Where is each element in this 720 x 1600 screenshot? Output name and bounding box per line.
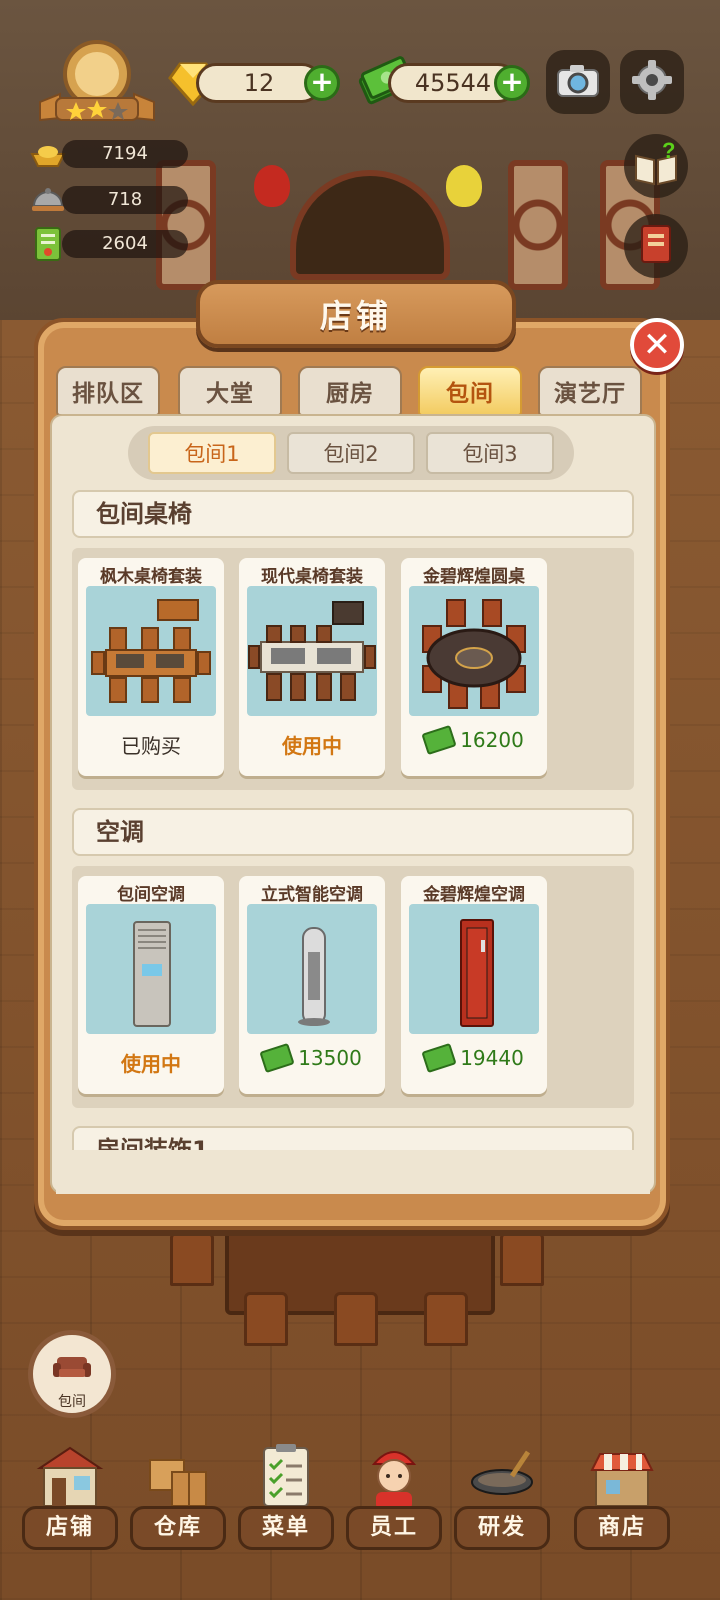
- svg-text:?: ?: [662, 142, 675, 163]
- stat-dining-seats: 7194: [28, 138, 188, 170]
- stat-menu: 2604: [28, 227, 188, 261]
- subtab-room-1[interactable]: 包间1: [148, 432, 276, 474]
- camera-icon: [556, 62, 600, 102]
- nav-staff[interactable]: 员工: [346, 1440, 442, 1552]
- recipe-book-button[interactable]: [624, 214, 688, 278]
- stat-value: 2604: [62, 230, 188, 258]
- nav-store[interactable]: 商店: [574, 1440, 670, 1552]
- chair-decor: [244, 1292, 288, 1346]
- tab-private-room[interactable]: 包间: [418, 366, 522, 416]
- nav-shop[interactable]: 店铺: [22, 1440, 118, 1552]
- diamond-amount: 12: [243, 69, 275, 97]
- nav-label: 仓库: [130, 1506, 226, 1550]
- item-name: 包间空调: [117, 885, 185, 905]
- item-card[interactable]: 枫木桌椅套装 已购买: [78, 558, 224, 776]
- storefront-icon: [34, 1440, 106, 1512]
- tab-theater[interactable]: 演艺厅: [538, 366, 642, 416]
- chair-decor: [170, 1232, 214, 1286]
- chair-decor: [424, 1292, 468, 1346]
- scroll-clip: [56, 1150, 650, 1194]
- cash-icon: [259, 1042, 295, 1074]
- stat-dishes: 718: [28, 184, 188, 216]
- nav-warehouse[interactable]: 仓库: [130, 1440, 226, 1552]
- sofa-icon: [53, 1349, 91, 1387]
- market-stall-icon: [586, 1440, 658, 1512]
- nav-label: 菜单: [238, 1506, 334, 1550]
- section-header-ac: 空调: [72, 808, 634, 856]
- opera-mask-decor: [254, 165, 290, 207]
- stat-value: 7194: [62, 140, 188, 168]
- wok-icon: [466, 1440, 538, 1512]
- chair-decor: [500, 1232, 544, 1286]
- item-price: 16200: [401, 724, 547, 756]
- cash-icon: [421, 724, 457, 756]
- item-name: 立式智能空调: [261, 885, 363, 905]
- price-value: 13500: [298, 1046, 362, 1070]
- golden-ac-image: [409, 904, 539, 1034]
- item-status: 已购买: [121, 734, 181, 758]
- nav-label: 店铺: [22, 1506, 118, 1550]
- subtab-room-2[interactable]: 包间2: [287, 432, 415, 474]
- cash-icon: [421, 1042, 457, 1074]
- nav-label: 研发: [454, 1506, 550, 1550]
- nav-research[interactable]: 研发: [454, 1440, 550, 1552]
- add-diamonds-button[interactable]: +: [304, 65, 340, 101]
- item-card[interactable]: 现代桌椅套装 使用中: [239, 558, 385, 776]
- stat-value: 718: [62, 186, 188, 214]
- tab-queue-area[interactable]: 排队区: [56, 366, 160, 416]
- private-room-label: 包间: [58, 1394, 86, 1410]
- boxes-icon: [142, 1440, 214, 1512]
- price-value: 19440: [460, 1046, 524, 1070]
- item-price: 13500: [239, 1042, 385, 1074]
- wooden-screen-decor: [508, 160, 568, 290]
- item-name: 现代桌椅套装: [261, 567, 363, 587]
- nav-label: 商店: [574, 1506, 670, 1550]
- modern-table-set-image: [247, 586, 377, 716]
- item-price: 19440: [401, 1042, 547, 1074]
- help-book-icon: ?: [632, 138, 680, 190]
- item-status: 使用中: [121, 1052, 181, 1076]
- item-name: 枫木桌椅套装: [100, 567, 202, 587]
- chef-girl-icon: [358, 1440, 430, 1512]
- tab-hall[interactable]: 大堂: [178, 366, 282, 416]
- maple-table-set-image: [86, 586, 216, 716]
- tab-kitchen[interactable]: 厨房: [298, 366, 402, 416]
- item-card[interactable]: 包间空调 使用中: [78, 876, 224, 1094]
- nav-menu[interactable]: 菜单: [238, 1440, 334, 1552]
- wooden-screen-decor: [156, 160, 216, 290]
- nav-label: 员工: [346, 1506, 442, 1550]
- subtab-room-3[interactable]: 包间3: [426, 432, 554, 474]
- room-ac-image: [86, 904, 216, 1034]
- opera-mask-decor: [446, 165, 482, 207]
- red-book-icon: [636, 222, 676, 270]
- item-card[interactable]: 立式智能空调 13500: [239, 876, 385, 1094]
- settings-button[interactable]: [620, 50, 684, 114]
- section-header-tables: 包间桌椅: [72, 490, 634, 538]
- price-value: 16200: [460, 728, 524, 752]
- chair-decor: [334, 1292, 378, 1346]
- item-card[interactable]: 金碧辉煌空调 19440: [401, 876, 547, 1094]
- camera-button[interactable]: [546, 50, 610, 114]
- item-card[interactable]: 金碧辉煌圆桌 16200: [401, 558, 547, 776]
- cash-amount: 45544: [414, 69, 492, 97]
- smart-tower-ac-image: [247, 904, 377, 1034]
- guide-book-button[interactable]: ?: [624, 134, 688, 198]
- dialog-title: 店铺: [196, 280, 516, 348]
- item-name: 金碧辉煌圆桌: [423, 567, 525, 587]
- gear-icon: [631, 59, 673, 105]
- golden-round-table-image: [409, 586, 539, 716]
- close-icon: ✕: [642, 325, 672, 365]
- clipboard-icon: [250, 1440, 322, 1512]
- item-name: 金碧辉煌空调: [423, 885, 525, 905]
- add-cash-button[interactable]: +: [494, 65, 530, 101]
- private-room-button[interactable]: 包间: [28, 1330, 116, 1418]
- close-button[interactable]: ✕: [630, 318, 684, 372]
- item-status: 使用中: [282, 734, 342, 758]
- restaurant-rank-badge[interactable]: [36, 40, 158, 126]
